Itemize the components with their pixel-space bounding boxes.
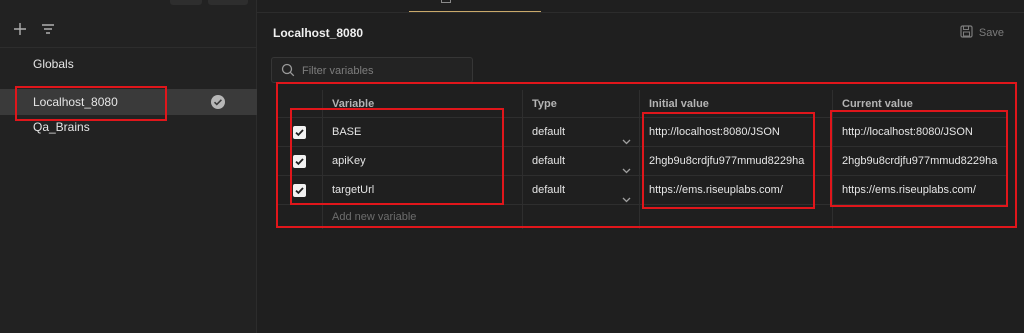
sidebar-item-label: Localhost_8080 [33, 95, 118, 109]
chevron-down-icon[interactable] [622, 128, 631, 146]
header-current-value: Current value [842, 98, 913, 110]
table-row: targetUrl default https://ems.riseuplabs… [277, 176, 1008, 205]
type-select[interactable]: default [523, 176, 640, 204]
type-value: default [532, 155, 566, 167]
empty-cell[interactable] [523, 205, 640, 229]
current-value-cell[interactable]: https://ems.riseuplabs.com/ [833, 176, 1008, 204]
type-select[interactable]: default [523, 118, 640, 146]
header-type: Type [523, 90, 640, 117]
environment-editor: Localhost_8080 Save Variable Type Initia… [257, 0, 1024, 333]
variable-name-cell[interactable]: BASE [323, 118, 523, 146]
save-icon [960, 25, 973, 41]
initial-value-cell[interactable]: http://localhost:8080/JSON [640, 118, 833, 146]
plus-icon[interactable] [9, 18, 31, 40]
tab-icon [441, 0, 451, 3]
chevron-down-icon[interactable] [622, 157, 631, 175]
checkbox-cell [277, 118, 323, 146]
table-row: apiKey default 2hgb9u8crdjfu977mmud8229h… [277, 147, 1008, 176]
table-header: Variable Type Initial value Current valu… [277, 90, 1008, 118]
top-tab-stub[interactable] [170, 0, 202, 5]
type-value: default [532, 126, 566, 138]
check-circle-icon[interactable] [211, 95, 225, 109]
current-value-cell[interactable]: http://localhost:8080/JSON [833, 118, 1008, 146]
sidebar-item-globals[interactable]: Globals [0, 51, 257, 77]
checkbox-cell [277, 205, 323, 229]
initial-value-cell[interactable]: https://ems.riseuplabs.com/ [640, 176, 833, 204]
divider [257, 12, 1024, 13]
add-variable-row: Add new variable [277, 205, 1008, 229]
variable-name-cell[interactable]: targetUrl [323, 176, 523, 204]
type-value: default [532, 184, 566, 196]
active-tab[interactable] [409, 0, 541, 12]
header-checkbox-col [277, 90, 323, 117]
checkbox-cell [277, 147, 323, 175]
page-title: Localhost_8080 [273, 26, 364, 40]
sidebar-item-label: Globals [33, 57, 74, 71]
header-variable: Variable [323, 90, 523, 117]
table-row: BASE default http://localhost:8080/JSON … [277, 118, 1008, 147]
checkbox-icon[interactable] [293, 155, 306, 168]
sidebar-item-label: Qa_Brains [33, 120, 90, 134]
empty-cell[interactable] [640, 205, 833, 229]
filter-field[interactable] [271, 57, 473, 83]
checkbox-icon[interactable] [293, 184, 306, 197]
chevron-down-icon[interactable] [622, 186, 631, 204]
save-label: Save [978, 27, 1004, 39]
current-value-cell[interactable]: 2hgb9u8crdjfu977mmud8229ha [833, 147, 1008, 175]
add-new-variable-input[interactable]: Add new variable [323, 205, 523, 229]
initial-value-cell[interactable]: 2hgb9u8crdjfu977mmud8229ha [640, 147, 833, 175]
variable-name-cell[interactable]: apiKey [323, 147, 523, 175]
filter-variables-input[interactable] [302, 63, 462, 79]
empty-cell[interactable] [833, 205, 1008, 229]
checkbox-icon[interactable] [293, 126, 306, 139]
checkbox-cell [277, 176, 323, 204]
top-tab-stub[interactable] [208, 0, 248, 5]
sidebar-toolbar [0, 14, 257, 48]
sidebar-item-localhost-8080[interactable]: Localhost_8080 [0, 89, 257, 115]
environment-sidebar: Globals Localhost_8080 Qa_Brains [0, 0, 257, 333]
search-icon [281, 63, 295, 82]
type-select[interactable]: default [523, 147, 640, 175]
header-initial-value: Initial value [640, 90, 833, 117]
filter-icon[interactable] [37, 18, 59, 40]
sidebar-item-qa-brains[interactable]: Qa_Brains [0, 114, 257, 140]
save-button[interactable]: Save [960, 25, 1004, 41]
